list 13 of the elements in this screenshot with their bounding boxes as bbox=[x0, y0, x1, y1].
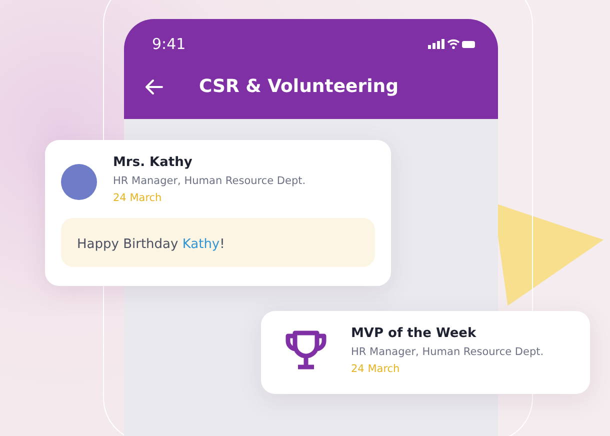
back-arrow-icon[interactable] bbox=[145, 78, 163, 94]
message-text: Happy Birthday Kathy! bbox=[77, 237, 225, 252]
mention-link[interactable]: Kathy bbox=[182, 237, 220, 252]
card-title: MVP of the Week bbox=[351, 325, 478, 343]
job-title: HR Manager, Human Resource Dept. bbox=[113, 175, 306, 187]
avatar-placeholder bbox=[61, 164, 97, 200]
status-time: 9:41 bbox=[152, 35, 186, 53]
screen-title: CSR & Volunteering bbox=[199, 76, 398, 97]
job-title: HR Manager, Human Resource Dept. bbox=[351, 346, 544, 358]
date-text: 24 March bbox=[113, 192, 163, 204]
date-text: 24 March bbox=[351, 363, 401, 375]
card-title: Mrs. Kathy bbox=[113, 154, 194, 172]
status-icons bbox=[428, 38, 476, 50]
